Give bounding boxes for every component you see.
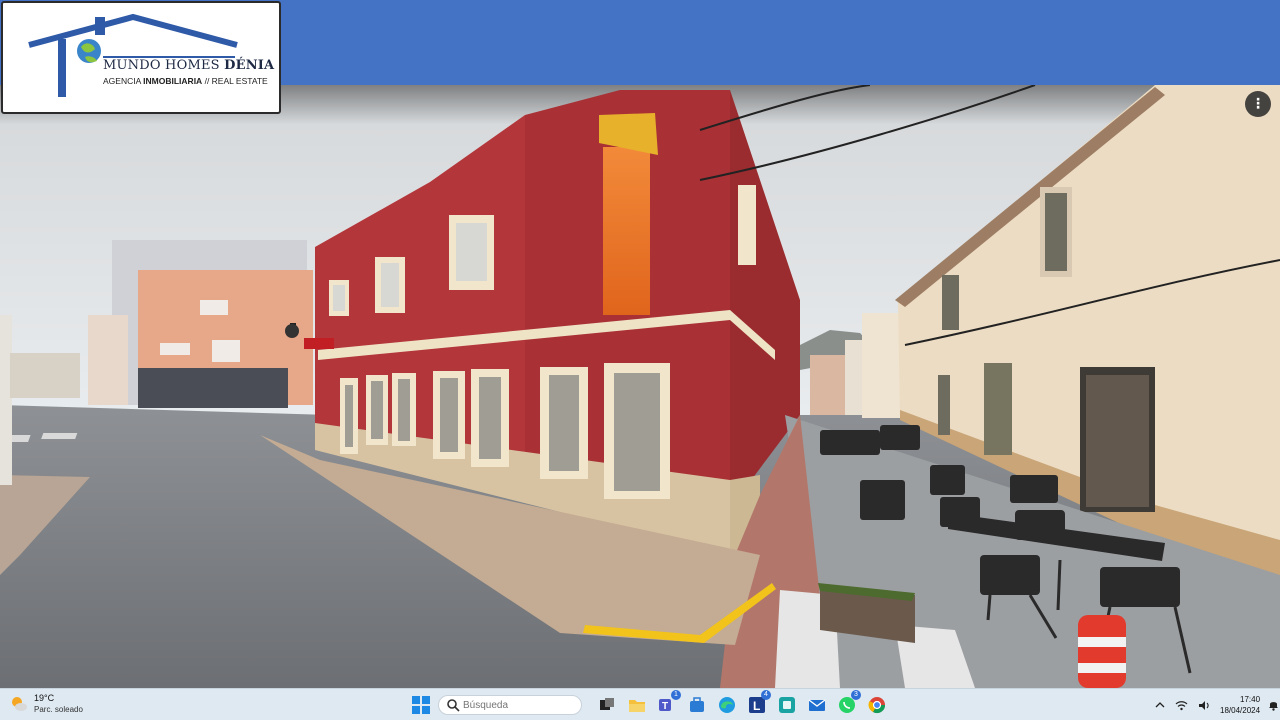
- edge-button[interactable]: [715, 693, 739, 717]
- clock-date: 18/04/2024: [1220, 706, 1261, 715]
- sun-cloud-icon: [12, 697, 27, 711]
- task-view-icon: [600, 698, 614, 710]
- weather-temperature: 19°C: [34, 693, 55, 703]
- start-button[interactable]: [409, 693, 433, 717]
- logo-tagline-bold: INMOBILIARIA: [143, 76, 203, 86]
- company-logo: MUNDO HOMES DÉNIA AGENCIA INMOBILIARIA /…: [1, 1, 281, 114]
- logo-tagline-prefix: AGENCIA: [103, 76, 141, 86]
- chevron-up-icon[interactable]: [1155, 701, 1165, 709]
- teams-badge: 1: [671, 690, 681, 700]
- wifi-icon[interactable]: [1175, 700, 1188, 711]
- chrome-button[interactable]: [865, 693, 889, 717]
- search-input[interactable]: [460, 699, 573, 711]
- street-scene: [0, 85, 1280, 688]
- taskbar-clock[interactable]: 17:40 18/04/2024: [1220, 694, 1260, 716]
- chrome-icon: [868, 697, 886, 714]
- teal-app-icon: [779, 697, 795, 713]
- street-view-image[interactable]: [0, 85, 1280, 688]
- whatsapp-badge: 3: [851, 690, 861, 700]
- windows-taskbar: 19°C Parc. soleado Búsqueda T 1 L 4 3 17…: [0, 688, 1280, 720]
- teal-app-button[interactable]: [775, 693, 799, 717]
- whatsapp-button[interactable]: 3: [835, 690, 861, 717]
- speaker-icon[interactable]: [1198, 700, 1211, 711]
- street-view-menu-button[interactable]: ⋮: [1245, 91, 1271, 117]
- file-explorer-button[interactable]: [625, 693, 649, 717]
- store-icon: [690, 697, 704, 712]
- logo-tagline-suffix: // REAL ESTATE: [204, 76, 268, 86]
- house-logo-icon: [28, 13, 238, 97]
- task-view-button[interactable]: [595, 693, 619, 717]
- svg-text:L: L: [753, 699, 760, 713]
- system-tray: 17:40 18/04/2024: [1150, 689, 1280, 720]
- folder-icon: [629, 700, 645, 712]
- taskbar-search[interactable]: [438, 695, 582, 715]
- l-app-badge: 4: [761, 690, 771, 700]
- weather-condition: Parc. soleado: [34, 705, 83, 714]
- logo-brand-accent: DÉNIA: [224, 58, 275, 73]
- desktop-screen: ⋮ MUNDO HOMES DÉNIA AGENCIA INMOBILIARIA…: [0, 0, 1280, 720]
- store-button[interactable]: [685, 693, 709, 717]
- mail-icon: [808, 699, 826, 711]
- l-app-button[interactable]: L 4: [745, 690, 771, 717]
- clock-time: 17:40: [1240, 695, 1261, 704]
- notification-icon[interactable]: [1268, 699, 1279, 711]
- vertical-dots-icon: ⋮: [1251, 96, 1265, 112]
- svg-text:T: T: [662, 701, 668, 712]
- search-icon: [447, 699, 460, 712]
- taskbar-apps: T 1 L 4: [406, 690, 892, 718]
- edge-icon: [719, 697, 735, 713]
- teams-button[interactable]: T 1: [655, 690, 681, 717]
- logo-brand-main: MUNDO HOMES: [103, 58, 220, 73]
- logo-brand-name: MUNDO HOMES DÉNIA: [103, 58, 274, 73]
- mail-button[interactable]: [805, 693, 829, 717]
- windows-icon: [412, 696, 430, 714]
- logo-tagline: AGENCIA INMOBILIARIA // REAL ESTATE: [103, 76, 268, 86]
- weather-widget[interactable]: 19°C Parc. soleado: [10, 693, 83, 715]
